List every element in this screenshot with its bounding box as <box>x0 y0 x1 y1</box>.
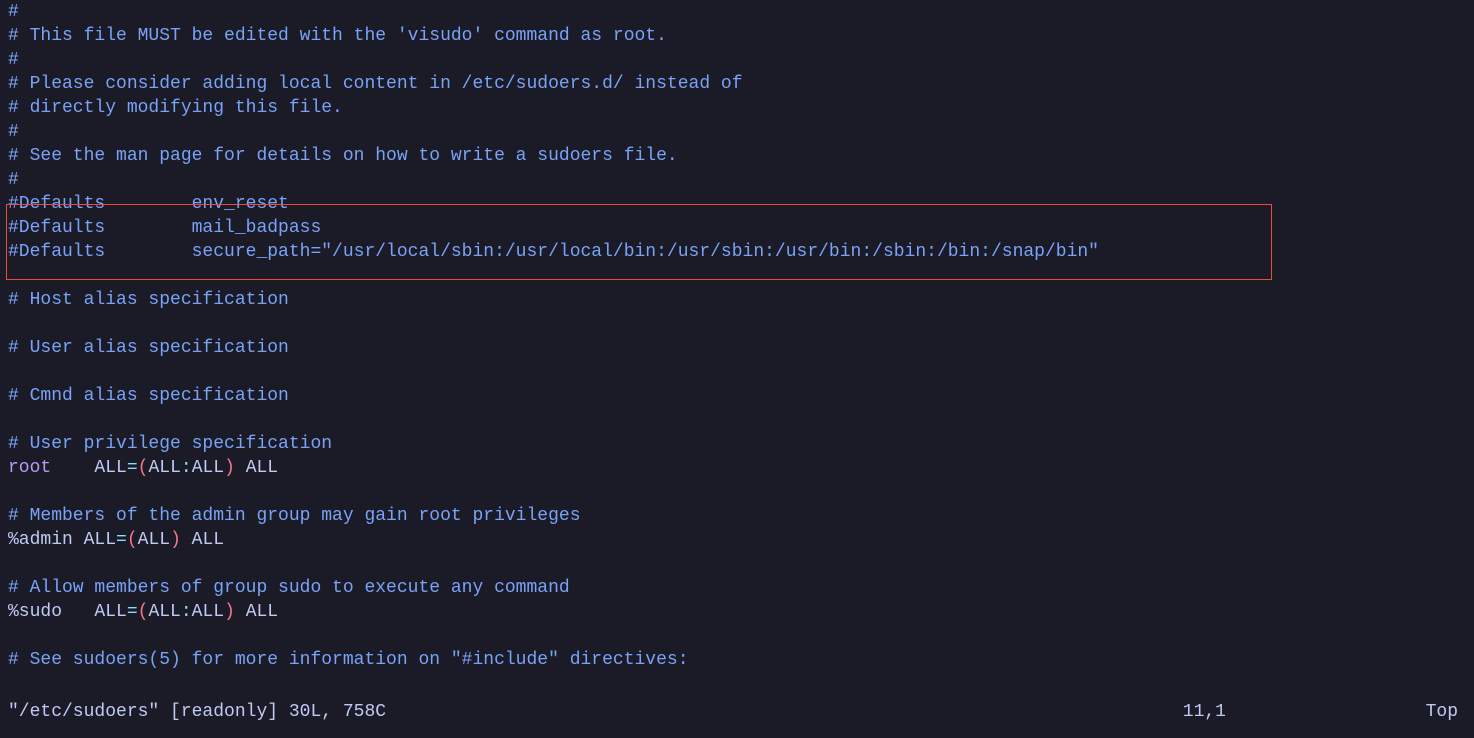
code-segment: # Allow members of group sudo to execute… <box>8 578 570 598</box>
code-segment: ALL <box>192 602 224 622</box>
code-segment: ( <box>138 602 149 622</box>
code-segment: root <box>8 458 51 478</box>
code-line: # <box>0 120 1474 144</box>
code-segment: #Defaults env_reset <box>8 194 289 214</box>
code-segment: = <box>116 530 127 550</box>
code-line <box>0 264 1474 288</box>
code-segment: # See the man page for details on how to… <box>8 146 678 166</box>
code-line <box>0 408 1474 432</box>
code-line <box>0 624 1474 648</box>
code-segment: ALL <box>51 458 127 478</box>
code-line: # Members of the admin group may gain ro… <box>0 504 1474 528</box>
code-segment: # directly modifying this file. <box>8 98 343 118</box>
code-segment: # User privilege specification <box>8 434 332 454</box>
code-line: root ALL=(ALL:ALL) ALL <box>0 456 1474 480</box>
code-line: # Allow members of group sudo to execute… <box>0 576 1474 600</box>
code-segment: ALL <box>235 602 278 622</box>
code-segment: #Defaults secure_path="/usr/local/sbin:/… <box>8 242 1099 262</box>
code-line <box>0 312 1474 336</box>
code-segment: ALL <box>148 458 180 478</box>
code-segment: ALL <box>235 458 278 478</box>
code-line: # Cmnd alias specification <box>0 384 1474 408</box>
code-line: # This file MUST be edited with the 'vis… <box>0 24 1474 48</box>
code-segment: ALL <box>138 530 170 550</box>
code-segment: # See sudoers(5) for more information on… <box>8 650 689 670</box>
code-line: # directly modifying this file. <box>0 96 1474 120</box>
code-segment: %admin ALL <box>8 530 116 550</box>
code-line: #Defaults env_reset <box>0 192 1474 216</box>
code-segment: # <box>8 50 19 70</box>
code-line <box>0 552 1474 576</box>
code-segment: # Host alias specification <box>8 290 289 310</box>
code-line: # Host alias specification <box>0 288 1474 312</box>
code-segment: ) <box>224 602 235 622</box>
code-segment: ALL <box>192 458 224 478</box>
code-line: # User alias specification <box>0 336 1474 360</box>
code-line: # See sudoers(5) for more information on… <box>0 648 1474 672</box>
code-segment: # <box>8 122 19 142</box>
code-segment: # Cmnd alias specification <box>8 386 289 406</box>
status-cursor-position: 11,1 <box>1183 700 1226 724</box>
code-segment: # This file MUST be edited with the 'vis… <box>8 26 667 46</box>
code-line: #Defaults mail_badpass <box>0 216 1474 240</box>
code-segment: # <box>8 2 19 22</box>
code-line: # <box>0 48 1474 72</box>
code-line: # <box>0 168 1474 192</box>
code-segment: %sudo ALL <box>8 602 127 622</box>
code-line: %admin ALL=(ALL) ALL <box>0 528 1474 552</box>
code-segment: ) <box>170 530 181 550</box>
code-segment: # Please consider adding local content i… <box>8 74 743 94</box>
code-line: # <box>0 0 1474 24</box>
status-file-info: "/etc/sudoers" [readonly] 30L, 758C <box>8 700 386 724</box>
code-segment: : <box>181 602 192 622</box>
code-line: # Please consider adding local content i… <box>0 72 1474 96</box>
code-segment: : <box>181 458 192 478</box>
code-segment: # <box>8 170 19 190</box>
editor-viewport[interactable]: # # This file MUST be edited with the 'vi… <box>0 0 1474 672</box>
code-segment: # Members of the admin group may gain ro… <box>8 506 581 526</box>
code-line <box>0 360 1474 384</box>
code-segment: ALL <box>148 602 180 622</box>
code-line <box>0 480 1474 504</box>
code-segment: ) <box>224 458 235 478</box>
code-segment: ALL <box>181 530 224 550</box>
code-line: # See the man page for details on how to… <box>0 144 1474 168</box>
code-line: #Defaults secure_path="/usr/local/sbin:/… <box>0 240 1474 264</box>
code-segment: # User alias specification <box>8 338 289 358</box>
code-segment: = <box>127 458 138 478</box>
code-line: # User privilege specification <box>0 432 1474 456</box>
vim-status-bar: "/etc/sudoers" [readonly] 30L, 758C 11,1… <box>8 700 1466 724</box>
code-segment: ( <box>138 458 149 478</box>
status-scroll-position: Top <box>1426 700 1458 724</box>
code-segment: ( <box>127 530 138 550</box>
code-segment: = <box>127 602 138 622</box>
code-segment: #Defaults mail_badpass <box>8 218 321 238</box>
code-line: %sudo ALL=(ALL:ALL) ALL <box>0 600 1474 624</box>
